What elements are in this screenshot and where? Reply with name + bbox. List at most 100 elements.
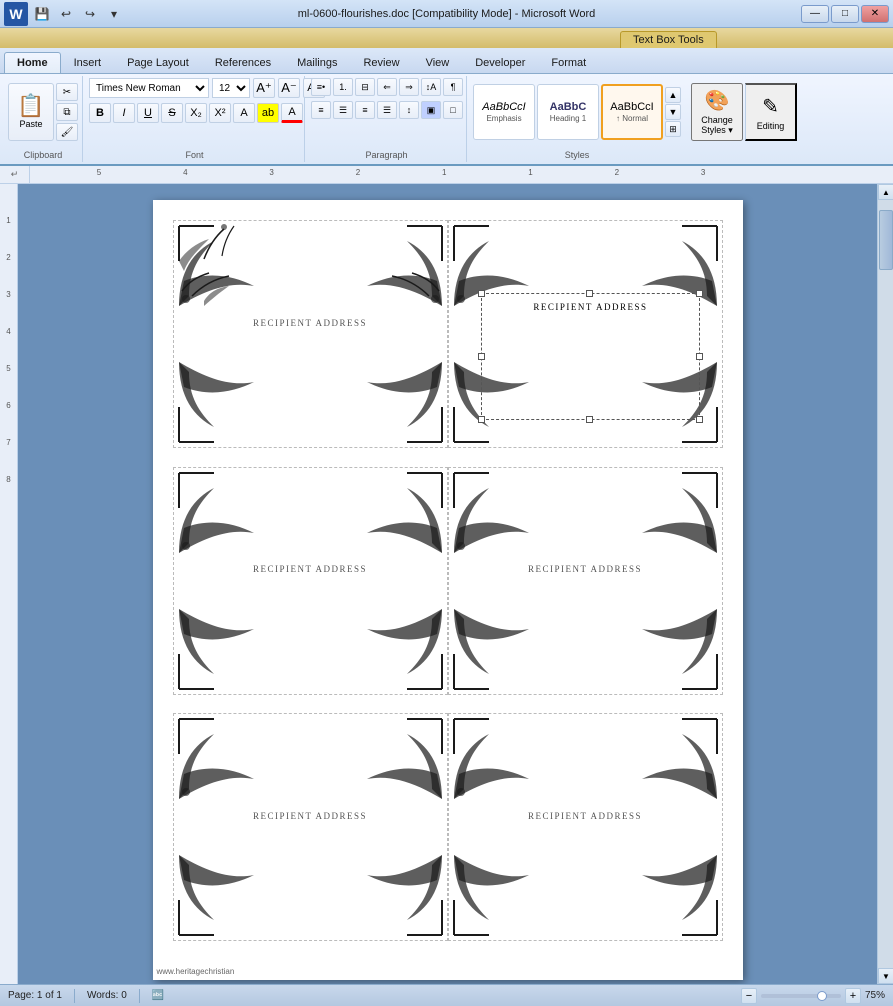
increase-indent-btn[interactable]: ⇒ [399,78,419,96]
zoom-thumb[interactable] [817,991,827,1001]
tab-developer[interactable]: Developer [462,52,538,73]
justify-btn[interactable]: ☰ [377,101,397,119]
scroll-track[interactable] [878,200,893,968]
tab-view[interactable]: View [413,52,463,73]
undo-btn[interactable]: ↩ [56,4,76,24]
label-1-0: RECIPIENT ADDRESS [173,467,448,695]
scroll-thumb[interactable] [879,210,893,270]
shading-btn[interactable]: ▣ [421,101,441,119]
superscript-btn[interactable]: X² [209,103,231,123]
paragraph-content: ≡• 1. ⊟ ⇐ ⇒ ↕A ¶ ≡ ☰ ≡ ☰ ↕ ▣ □ [311,78,462,160]
active-textbox[interactable]: RECIPIENT ADDRESS [481,293,699,420]
flourish-tr-2-0 [357,714,447,804]
handle-tl[interactable] [478,290,485,297]
text-effects-btn[interactable]: A [233,103,255,123]
quick-save-btn[interactable]: 💾 [32,4,52,24]
addr-text-0-1[interactable]: RECIPIENT ADDRESS [533,302,647,312]
language-status: 🔤 [152,990,164,1001]
format-painter-button[interactable]: 🖌 [56,123,78,141]
text-highlight-btn[interactable]: ab [257,103,279,123]
handle-bl[interactable] [478,416,485,423]
show-para-btn[interactable]: ¶ [443,78,463,96]
content-area: 1 2 3 4 5 6 7 8 [0,184,893,984]
clipboard-group: 📋 Paste ✂ ⧉ 🖌 Clipboard [4,76,83,162]
strikethrough-btn[interactable]: S [161,103,183,123]
close-btn[interactable]: ✕ [861,5,889,23]
font-grow-btn[interactable]: A⁺ [253,78,275,98]
align-left-btn[interactable]: ≡ [311,101,331,119]
handle-br[interactable] [696,416,703,423]
zoom-slider[interactable] [761,994,841,998]
context-tab-textbox[interactable]: Text Box Tools [620,31,717,48]
label-2-0: RECIPIENT ADDRESS [173,713,448,941]
font-label: Font [85,150,304,160]
bold-btn[interactable]: B [89,103,111,123]
sort-btn[interactable]: ↕A [421,78,441,96]
clipboard-extras: ✂ ⧉ 🖌 [56,83,78,141]
tab-insert[interactable]: Insert [61,52,115,73]
font-size-select[interactable]: 12 [212,78,250,98]
document-page: RECIPIENT ADDRESS [153,200,743,980]
handle-ml[interactable] [478,353,485,360]
align-right-btn[interactable]: ≡ [355,101,375,119]
tab-review[interactable]: Review [350,52,412,73]
align-center-btn[interactable]: ☰ [333,101,353,119]
zoom-area: − + 75% [741,988,885,1004]
app-icon: W [4,2,28,26]
handle-bm[interactable] [586,416,593,423]
redo-btn[interactable]: ↪ [80,4,100,24]
handle-tm[interactable] [586,290,593,297]
decrease-indent-btn[interactable]: ⇐ [377,78,397,96]
minimize-btn[interactable]: — [801,5,829,23]
scroll-up-btn[interactable]: ▲ [878,184,893,200]
font-group: Times New Roman 12 A⁺ A⁻ Aa B I U S X₂ X… [85,76,305,162]
zoom-in-btn[interactable]: + [845,988,861,1004]
styles-expand[interactable]: ⊞ [665,121,681,137]
page-container[interactable]: RECIPIENT ADDRESS [18,184,877,984]
underline-btn[interactable]: U [137,103,159,123]
quick-access-dropdown[interactable]: ▾ [104,4,124,24]
italic-btn[interactable]: I [113,103,135,123]
clipboard-content: 📋 Paste ✂ ⧉ 🖌 [8,78,78,160]
styles-scroll-down[interactable]: ▼ [665,104,681,120]
tab-page-layout[interactable]: Page Layout [114,52,202,73]
tab-mailings[interactable]: Mailings [284,52,350,73]
font-shrink-btn[interactable]: A⁻ [278,78,300,98]
copy-button[interactable]: ⧉ [56,103,78,121]
style-normal[interactable]: AaBbCcI ↑ Normal [601,84,663,140]
tab-references[interactable]: References [202,52,284,73]
font-color-btn[interactable]: A [281,103,303,123]
ruler-label-2r: 3 [701,168,705,177]
style-normal-text: AaBbCcI [610,101,653,114]
cut-button[interactable]: ✂ [56,83,78,101]
subscript-btn[interactable]: X₂ [185,103,207,123]
borders-btn[interactable]: □ [443,101,463,119]
style-emphasis[interactable]: AaBbCcI Emphasis [473,84,535,140]
change-styles-btn[interactable]: 🎨 ChangeStyles ▾ [691,83,743,141]
vertical-scrollbar[interactable]: ▲ ▼ [877,184,893,984]
label-2-1: RECIPIENT ADDRESS [448,713,723,941]
paste-button[interactable]: 📋 Paste [8,83,54,141]
multilevel-btn[interactable]: ⊟ [355,78,375,96]
numbering-btn[interactable]: 1. [333,78,353,96]
label-grid: RECIPIENT ADDRESS [173,220,723,960]
styles-scroll-up[interactable]: ▲ [665,87,681,103]
style-heading1[interactable]: AaBbC Heading 1 [537,84,599,140]
maximize-btn[interactable]: □ [831,5,859,23]
tab-format[interactable]: Format [538,52,599,73]
editing-btn[interactable]: ✎ Editing [745,83,797,141]
font-family-select[interactable]: Times New Roman [89,78,209,98]
flourish-bl-0-0 [174,357,264,447]
flourish-br-1-1 [632,604,722,694]
handle-tr[interactable] [696,290,703,297]
bullets-btn[interactable]: ≡• [311,78,331,96]
ribbon: 📋 Paste ✂ ⧉ 🖌 Clipboard Times New Roman [0,74,893,166]
scroll-down-btn[interactable]: ▼ [878,968,893,984]
paste-icon: 📋 [17,95,44,117]
flourish-tl-1-1 [449,468,539,558]
line-spacing-btn[interactable]: ↕ [399,101,419,119]
ruler-label-3: 3 [269,168,273,177]
handle-mr[interactable] [696,353,703,360]
tab-home[interactable]: Home [4,52,61,73]
zoom-out-btn[interactable]: − [741,988,757,1004]
